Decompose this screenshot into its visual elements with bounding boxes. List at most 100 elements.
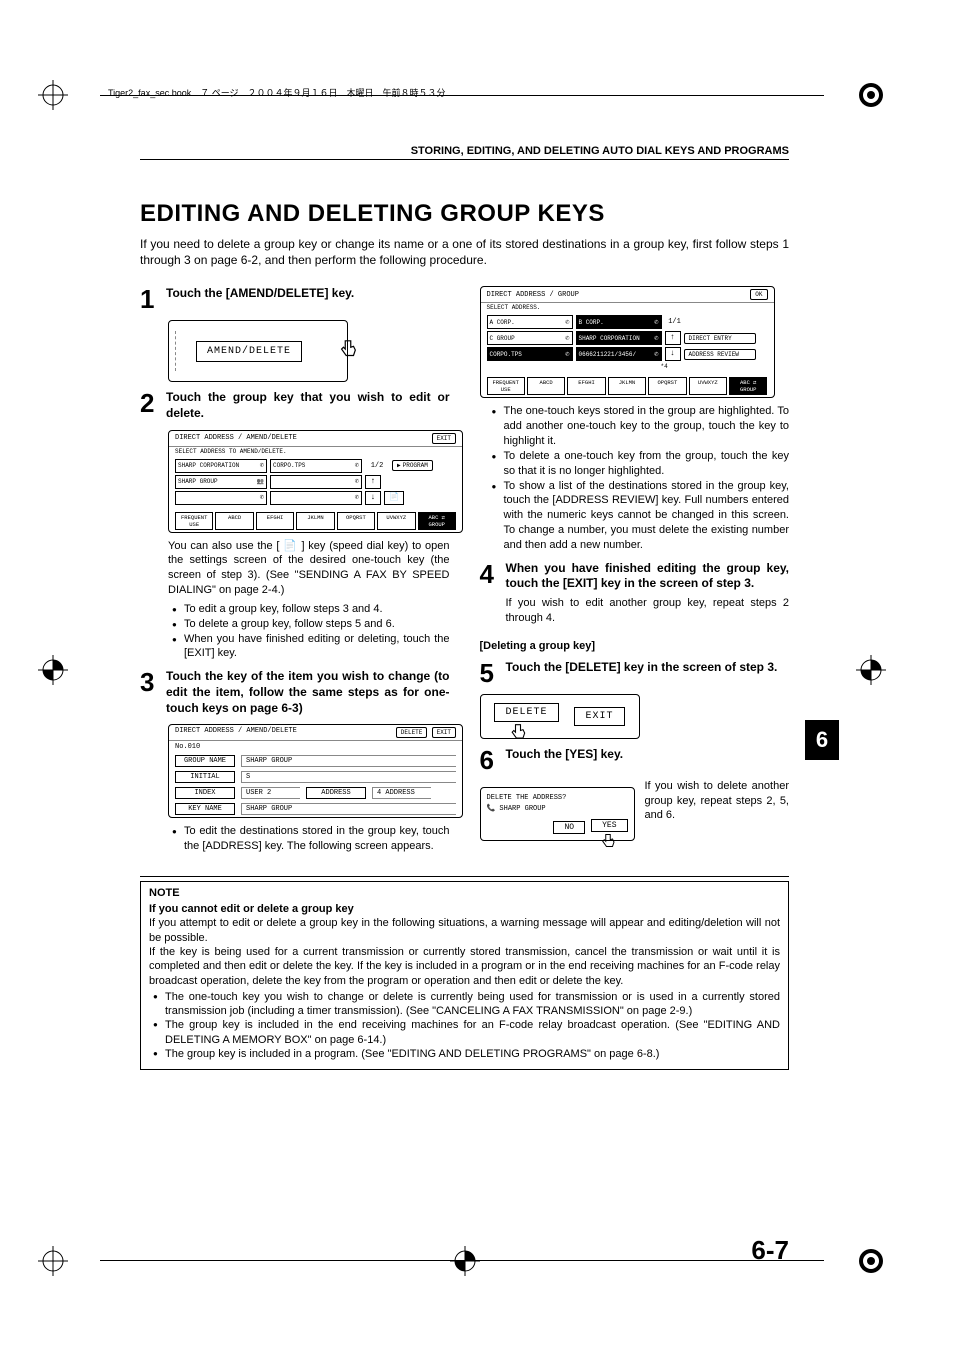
note-paragraph: If the key is being used for a current t… (149, 945, 780, 988)
exit-button[interactable]: EXIT (432, 727, 456, 738)
note-subheading: If you cannot edit or delete a group key (149, 902, 780, 916)
address-cell-selected[interactable]: SHARP CORPORATION (576, 331, 662, 345)
address-cell[interactable] (175, 491, 267, 505)
address-cell-selected[interactable]: B CORP. (576, 315, 662, 329)
no-button[interactable]: NO (553, 821, 585, 834)
intro-text: If you need to delete a group key or cha… (140, 236, 789, 268)
filter-tab[interactable]: UVWXYZ (377, 512, 415, 530)
step-title: Touch the key of the item you wish to ch… (166, 669, 450, 716)
page-indicator: 1/2 (365, 462, 389, 470)
bullet: To edit the destinations stored in the g… (172, 824, 450, 854)
panel-title: DIRECT ADDRESS / GROUP (487, 291, 579, 299)
address-cell[interactable] (270, 491, 362, 505)
delete-button[interactable]: DELETE (494, 703, 558, 722)
filter-tab[interactable]: EFGHI (256, 512, 294, 530)
speed-dial-icon[interactable]: 📄 (384, 491, 404, 505)
phone-icon (260, 493, 264, 502)
figure-confirm: DELETE THE ADDRESS? 📞 SHARP GROUP NO YES (480, 787, 635, 841)
entry-no: No.010 (175, 743, 200, 751)
address-cell-selected[interactable]: CORPO.TPS (487, 347, 573, 361)
phone-icon (355, 477, 359, 486)
step-5: 5 Touch the [DELETE] key in the screen o… (480, 660, 790, 686)
note-label: NOTE (149, 886, 780, 900)
exit-button[interactable]: EXIT (574, 707, 624, 726)
field-label[interactable]: GROUP NAME (175, 755, 235, 767)
note-bullet: The one-touch key you wish to change or … (153, 990, 780, 1019)
filter-tab[interactable]: ABCD (527, 377, 565, 395)
address-cell[interactable] (270, 475, 362, 489)
field-label[interactable]: ADDRESS (306, 787, 366, 799)
address-cell[interactable]: CORPO.TPS (270, 459, 362, 473)
filter-tab[interactable]: JKLMN (296, 512, 334, 530)
group-icon (257, 478, 264, 485)
scroll-down-button[interactable]: ↓ (665, 347, 681, 361)
filter-tab[interactable]: OPQRST (337, 512, 375, 530)
phone-icon (355, 461, 359, 470)
field-value: USER 2 (241, 787, 300, 799)
scroll-down-button[interactable]: ↓ (365, 491, 381, 505)
direct-entry-button[interactable]: DIRECT ENTRY (684, 333, 756, 344)
bullet: When you have finished editing or deleti… (172, 632, 450, 662)
field-value: SHARP GROUP (241, 755, 456, 767)
address-cell[interactable]: SHARP CORPORATION (175, 459, 267, 473)
filter-tab[interactable]: ABCD (215, 512, 253, 530)
left-column: 1 Touch the [AMEND/DELETE] key. AMEND/DE… (140, 278, 450, 855)
scroll-up-button[interactable]: ↑ (365, 475, 381, 489)
filter-tab[interactable]: FREQUENT USE (175, 512, 213, 530)
delete-button[interactable]: DELETE (396, 727, 428, 738)
address-cell-selected[interactable]: 0666211221/3456/ (576, 347, 662, 361)
phone-icon (654, 318, 658, 327)
filter-tab[interactable]: EFGHI (567, 377, 605, 395)
confirm-question: DELETE THE ADDRESS? (487, 794, 628, 802)
step-6: 6 Touch the [YES] key. (480, 747, 790, 773)
step-title: When you have finished editing the group… (506, 561, 790, 592)
panel-title: DIRECT ADDRESS / AMEND/DELETE (175, 434, 297, 442)
phone-icon (355, 493, 359, 502)
filter-tab[interactable]: ABC ⇄ GROUP (729, 377, 767, 395)
address-review-button[interactable]: ADDRESS REVIEW (684, 349, 756, 360)
exit-button[interactable]: EXIT (432, 433, 456, 444)
filter-tab[interactable]: JKLMN (608, 377, 646, 395)
filter-tab[interactable]: ABC ⇄ GROUP (418, 512, 456, 530)
bullet: To show a list of the destinations store… (492, 479, 790, 553)
field-label[interactable]: INDEX (175, 787, 235, 799)
step-number: 6 (480, 747, 500, 773)
step-number: 4 (480, 561, 500, 592)
field-value: S (241, 771, 456, 783)
page-title: EDITING AND DELETING GROUP KEYS (140, 200, 789, 228)
field-value: 4 ADDRESS (372, 787, 431, 799)
filter-tab[interactable]: UVWXYZ (689, 377, 727, 395)
note-box: NOTE If you cannot edit or delete a grou… (140, 876, 789, 1071)
breadcrumb: STORING, EDITING, AND DELETING AUTO DIAL… (140, 145, 789, 160)
registration-mark-icon (38, 80, 68, 110)
figure-delete-exit: DELETE EXIT (480, 694, 640, 739)
step-body: If you wish to edit another group key, r… (506, 596, 790, 626)
page-indicator: 1/1 (665, 318, 685, 326)
program-button[interactable]: ▶PROGRAM (392, 460, 433, 471)
ok-button[interactable]: OK (750, 289, 767, 300)
figure-edit-entry: DIRECT ADDRESS / AMEND/DELETE DELETE EXI… (168, 724, 463, 818)
step-number: 5 (480, 660, 500, 686)
amend-delete-button[interactable]: AMEND/DELETE (196, 341, 302, 362)
yes-button[interactable]: YES (591, 819, 627, 832)
address-cell[interactable]: C GROUP (487, 331, 573, 345)
figure-group-select: DIRECT ADDRESS / GROUP OK SELECT ADDRESS… (480, 286, 775, 398)
address-cell[interactable]: A CORP. (487, 315, 573, 329)
phone-icon (565, 318, 569, 327)
scroll-up-button[interactable]: ↑ (665, 331, 681, 345)
field-label[interactable]: KEY NAME (175, 803, 235, 815)
source-header: Tiger2_fax_sec.book ７ ページ ２００４年９月１６日 木曜日… (108, 86, 446, 99)
step-title: Touch the [AMEND/DELETE] key. (166, 286, 354, 312)
address-cell[interactable]: SHARP GROUP (175, 475, 267, 489)
right-column: DIRECT ADDRESS / GROUP OK SELECT ADDRESS… (480, 278, 790, 855)
phone-icon (565, 350, 569, 359)
phone-icon (654, 334, 658, 343)
filter-tab[interactable]: FREQUENT USE (487, 377, 525, 395)
filter-tab[interactable]: OPQRST (648, 377, 686, 395)
crop-line (100, 1260, 824, 1261)
field-label[interactable]: INITIAL (175, 771, 235, 783)
figure-address-list: DIRECT ADDRESS / AMEND/DELETE EXIT SELEC… (168, 430, 463, 533)
field-value: SHARP GROUP (241, 803, 456, 815)
bullet: To edit a group key, follow steps 3 and … (172, 602, 450, 617)
step-number: 1 (140, 286, 160, 312)
